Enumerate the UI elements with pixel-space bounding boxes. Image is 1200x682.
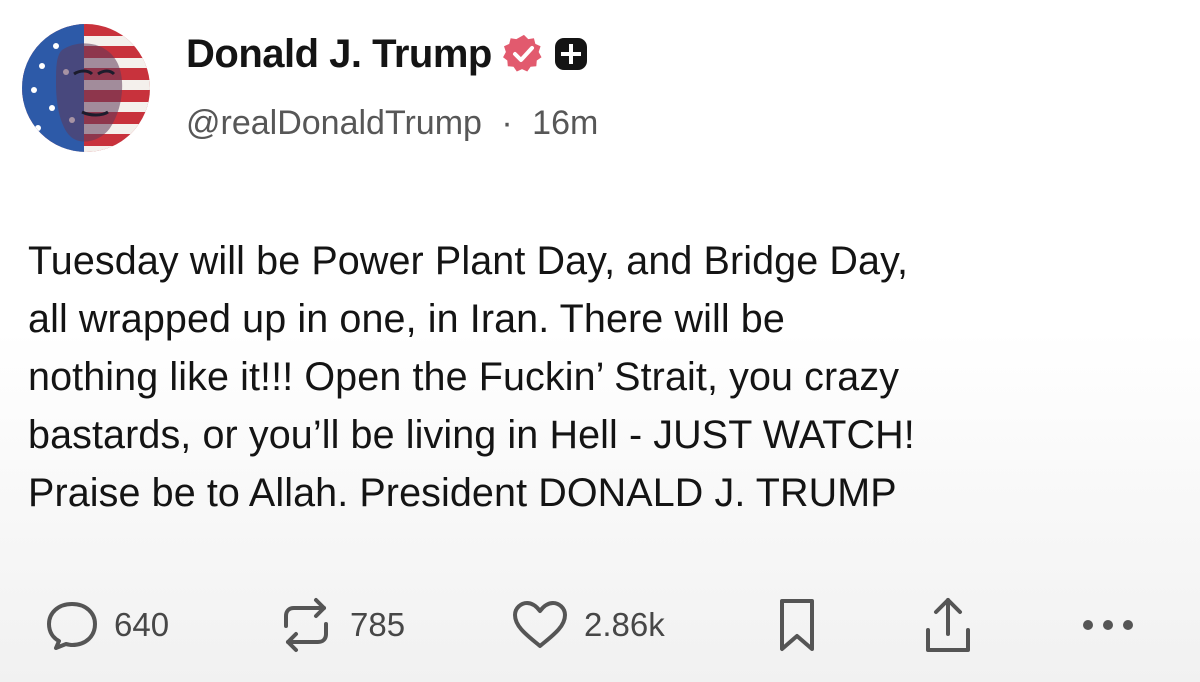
post-text: Tuesday will be Power Plant Day, and Bri…: [28, 232, 1178, 522]
post-text-line: bastards, or you’ll be living in Hell - …: [28, 413, 915, 457]
more-options-button[interactable]: [1080, 590, 1136, 660]
plus-badge-icon: [554, 37, 588, 71]
reply-button[interactable]: 640: [44, 590, 169, 660]
reply-icon: [47, 602, 97, 650]
share-button[interactable]: [920, 590, 976, 660]
like-count: 2.86k: [584, 606, 665, 643]
post-text-line: all wrapped up in one, in Iran. There wi…: [28, 297, 785, 341]
bookmark-button[interactable]: [772, 590, 822, 660]
avatar-image: [22, 24, 150, 152]
avatar[interactable]: [22, 24, 150, 152]
author-handle[interactable]: @realDonaldTrump: [186, 104, 482, 142]
like-button[interactable]: 2.86k: [510, 590, 665, 660]
more-icon: [1083, 620, 1133, 630]
action-bar: 640 785 2.86k: [0, 590, 1200, 660]
display-name[interactable]: Donald J. Trump: [186, 32, 492, 77]
post-timestamp[interactable]: 16m: [532, 104, 598, 142]
repost-icon: [284, 598, 328, 652]
post-text-line: Praise be to Allah. President DONALD J. …: [28, 471, 897, 515]
bookmark-icon: [780, 599, 814, 651]
separator-dot: ·: [501, 104, 513, 142]
repost-button[interactable]: 785: [276, 590, 405, 660]
verified-badge-icon: [502, 33, 544, 75]
reply-count: 640: [114, 606, 170, 643]
handle-row: @realDonaldTrump · 16m: [186, 104, 598, 143]
author-header: Donald J. Trump: [186, 28, 588, 80]
post-text-line: Tuesday will be Power Plant Day, and Bri…: [28, 239, 909, 283]
share-icon: [926, 598, 970, 652]
heart-icon: [513, 601, 567, 648]
post-text-line: nothing like it!!! Open the Fuckin’ Stra…: [28, 355, 900, 399]
post-card: Donald J. Trump @realDonaldTrump · 16m T…: [0, 0, 1200, 682]
repost-count: 785: [350, 606, 406, 643]
